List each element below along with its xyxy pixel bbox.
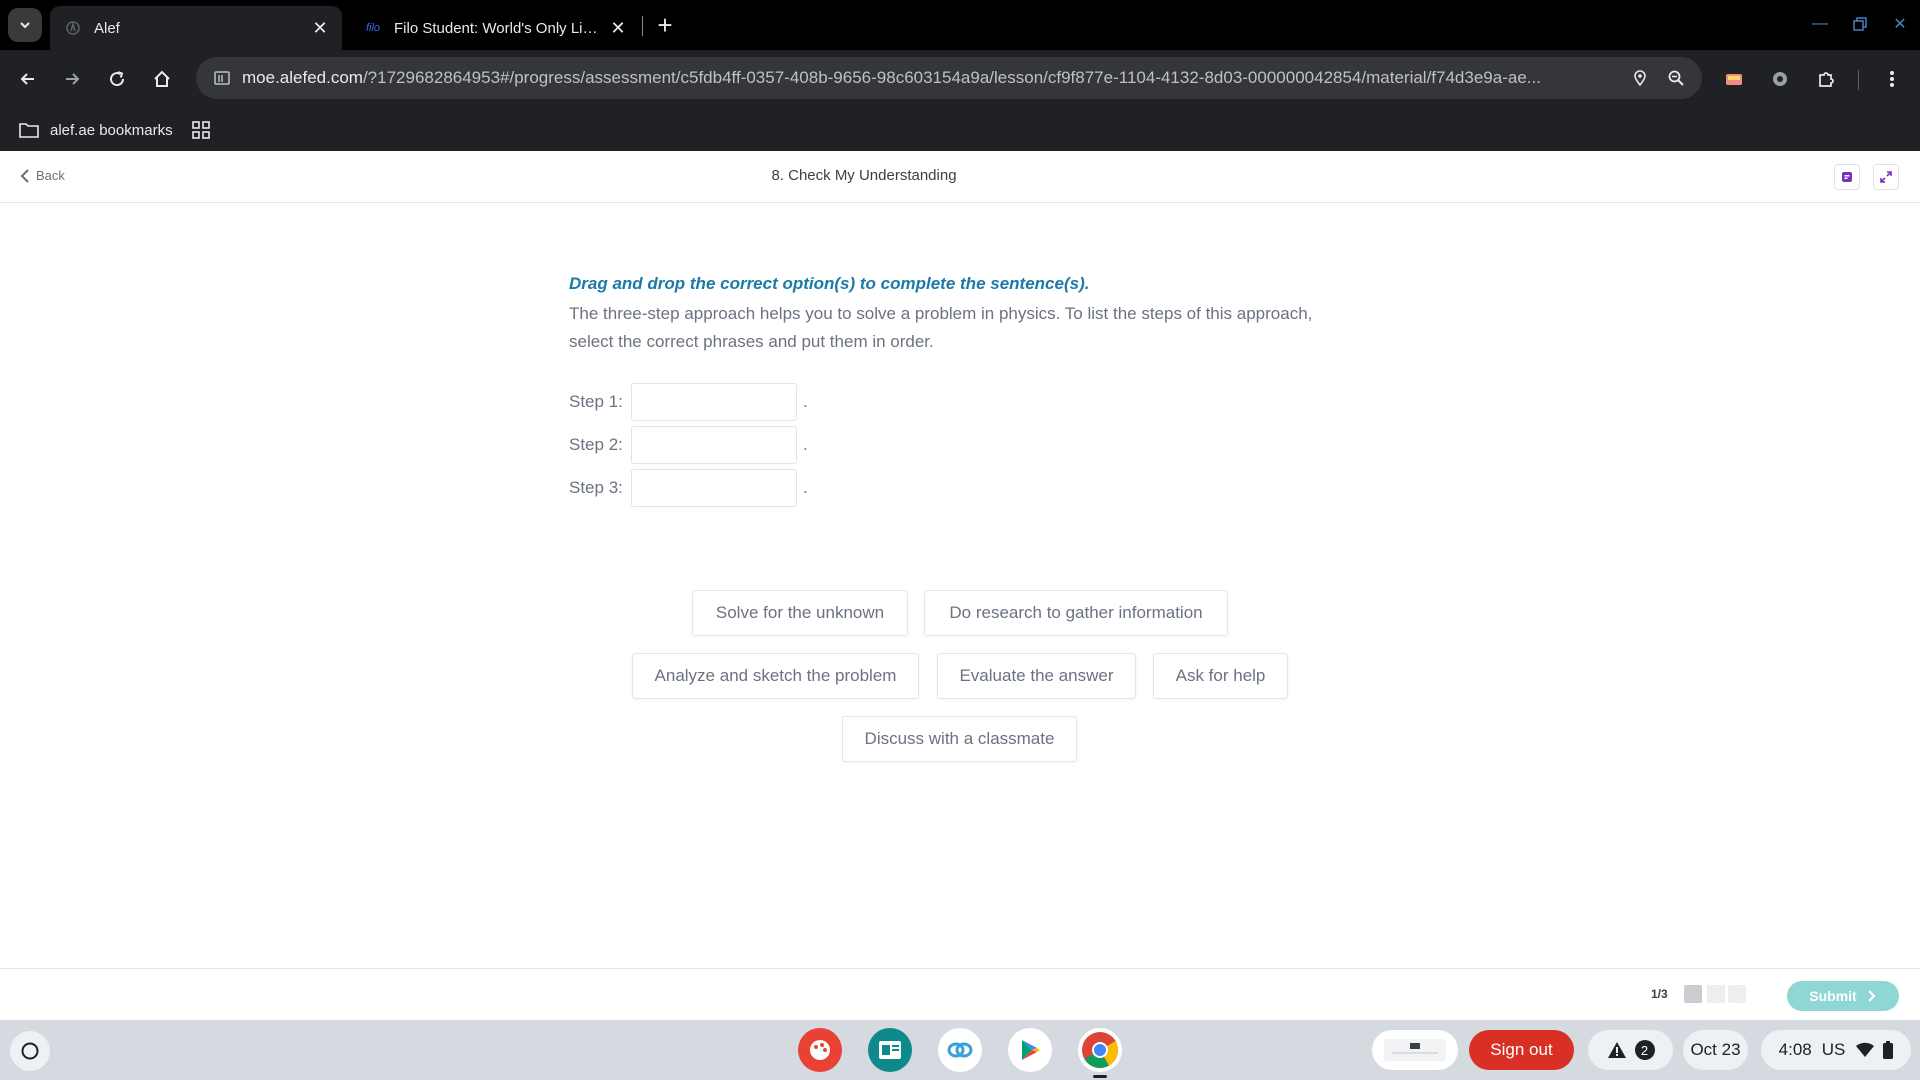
submit-label: Submit bbox=[1809, 988, 1857, 1004]
question-area: Drag and drop the correct option(s) to c… bbox=[0, 204, 1920, 968]
canvas-app-icon[interactable] bbox=[798, 1028, 842, 1072]
step-row-3: Step 3: . bbox=[569, 469, 808, 507]
submit-button[interactable]: Submit bbox=[1787, 981, 1899, 1011]
tab-alef[interactable]: Alef ✕ bbox=[50, 6, 342, 50]
step-suffix: . bbox=[803, 392, 808, 411]
minimize-icon[interactable]: — bbox=[1808, 12, 1832, 36]
clock-time: 4:08 bbox=[1778, 1040, 1812, 1059]
alef-favicon-icon bbox=[64, 19, 82, 37]
screenshot-thumbnail-icon bbox=[1384, 1039, 1446, 1061]
immersive-reader-button[interactable] bbox=[1834, 164, 1860, 190]
step-suffix: . bbox=[803, 478, 808, 497]
home-icon[interactable] bbox=[146, 63, 178, 95]
page-indicator-1[interactable] bbox=[1684, 985, 1702, 1003]
app-header: Back 8. Check My Understanding bbox=[0, 151, 1920, 203]
forward-arrow-icon[interactable] bbox=[56, 63, 88, 95]
expand-button[interactable] bbox=[1873, 164, 1899, 190]
filo-favicon-icon: filo bbox=[365, 22, 381, 34]
chevron-down-icon bbox=[20, 22, 30, 29]
tab-separator bbox=[642, 16, 643, 36]
site-info-icon[interactable] bbox=[202, 69, 242, 87]
back-arrow-icon[interactable] bbox=[12, 63, 44, 95]
expand-icon bbox=[1880, 171, 1892, 183]
chrome-app-icon[interactable] bbox=[1078, 1028, 1122, 1072]
locale-label: US bbox=[1821, 1040, 1846, 1059]
sign-out-button[interactable]: Sign out bbox=[1469, 1030, 1574, 1070]
launcher-circle-icon bbox=[21, 1042, 39, 1060]
os-shelf: Sign out 2 Oct 23 4:08 US bbox=[0, 1020, 1920, 1080]
tab-filo[interactable]: filo Filo Student: World's Only Live Ins… bbox=[350, 6, 640, 50]
new-tab-icon[interactable]: + bbox=[650, 10, 680, 40]
browser-toolbar: moe.alefed.com/?1729682864953#/progress/… bbox=[0, 50, 1920, 108]
close-tab-icon[interactable]: ✕ bbox=[604, 14, 632, 42]
date-tray[interactable]: Oct 23 bbox=[1683, 1030, 1748, 1070]
step-label: Step 1: bbox=[569, 392, 623, 411]
question-instruction: Drag and drop the correct option(s) to c… bbox=[569, 274, 1090, 293]
step-suffix: . bbox=[803, 435, 808, 454]
option-analyze-sketch[interactable]: Analyze and sketch the problem bbox=[632, 653, 919, 699]
page-title: 8. Check My Understanding bbox=[771, 167, 957, 184]
notification-count: 2 bbox=[1634, 1040, 1655, 1060]
close-tab-icon[interactable]: ✕ bbox=[306, 14, 334, 42]
option-solve-unknown[interactable]: Solve for the unknown bbox=[692, 590, 908, 636]
page-indicator-2[interactable] bbox=[1707, 985, 1725, 1003]
toolbar-divider bbox=[1858, 70, 1859, 90]
apps-grid-icon[interactable] bbox=[192, 116, 210, 144]
extension-circle-icon[interactable] bbox=[1764, 63, 1796, 95]
play-store-icon[interactable] bbox=[1008, 1028, 1052, 1072]
step-label: Step 2: bbox=[569, 435, 623, 454]
bookmarks-bar: alef.ae bookmarks bbox=[0, 108, 1920, 151]
notification-tray[interactable]: 2 bbox=[1588, 1030, 1673, 1070]
restore-icon[interactable] bbox=[1848, 12, 1872, 36]
option-discuss-classmate[interactable]: Discuss with a classmate bbox=[842, 716, 1077, 762]
page-indicator-3[interactable] bbox=[1728, 985, 1746, 1003]
tab-title: Alef bbox=[94, 19, 120, 37]
classroom-app-icon[interactable] bbox=[868, 1028, 912, 1072]
warning-icon bbox=[1607, 1042, 1626, 1058]
pager-text: 1/3 bbox=[1651, 987, 1668, 1001]
question-prompt: The three-step approach helps you to sol… bbox=[569, 304, 1313, 351]
battery-icon bbox=[1883, 1041, 1894, 1059]
option-do-research[interactable]: Do research to gather information bbox=[924, 590, 1228, 636]
location-pin-icon[interactable] bbox=[1622, 60, 1658, 96]
extensions-puzzle-icon[interactable] bbox=[1810, 63, 1842, 95]
url-text: moe.alefed.com/?1729682864953#/progress/… bbox=[242, 68, 1541, 87]
active-app-indicator bbox=[1093, 1075, 1107, 1078]
option-evaluate-answer[interactable]: Evaluate the answer bbox=[937, 653, 1136, 699]
step-label: Step 3: bbox=[569, 478, 623, 497]
step-row-1: Step 1: . bbox=[569, 383, 808, 421]
bookmark-label: alef.ae bookmarks bbox=[50, 121, 173, 139]
question-footer: 1/3 Submit bbox=[0, 968, 1920, 1020]
bookmark-folder-alef[interactable]: alef.ae bookmarks bbox=[18, 116, 173, 144]
extension-screencast-icon[interactable] bbox=[1718, 63, 1750, 95]
step-row-2: Step 2: . bbox=[569, 426, 808, 464]
close-window-icon[interactable]: ✕ bbox=[1888, 12, 1912, 36]
folder-icon bbox=[19, 123, 39, 138]
chain-link-app-icon[interactable] bbox=[938, 1028, 982, 1072]
tab-search-button[interactable] bbox=[8, 8, 42, 42]
status-tray[interactable]: 4:08 US bbox=[1761, 1030, 1911, 1070]
launcher-button[interactable] bbox=[10, 1031, 50, 1071]
tab-title: Filo Student: World's Only Live Instant … bbox=[394, 19, 604, 37]
option-ask-for-help[interactable]: Ask for help bbox=[1153, 653, 1288, 699]
address-bar[interactable]: moe.alefed.com/?1729682864953#/progress/… bbox=[196, 57, 1702, 99]
browser-tabstrip: Alef ✕ filo Filo Student: World's Only L… bbox=[0, 0, 1920, 50]
more-menu-icon[interactable] bbox=[1876, 63, 1908, 95]
wifi-icon bbox=[1856, 1042, 1875, 1057]
drop-zone-step-1[interactable] bbox=[631, 383, 797, 421]
tote-preview[interactable] bbox=[1372, 1030, 1458, 1070]
reload-icon[interactable] bbox=[101, 63, 133, 95]
drop-zone-step-2[interactable] bbox=[631, 426, 797, 464]
drop-zone-step-3[interactable] bbox=[631, 469, 797, 507]
chevron-right-icon bbox=[1868, 990, 1876, 1002]
zoom-icon[interactable] bbox=[1658, 60, 1694, 96]
reader-icon bbox=[1842, 172, 1852, 182]
